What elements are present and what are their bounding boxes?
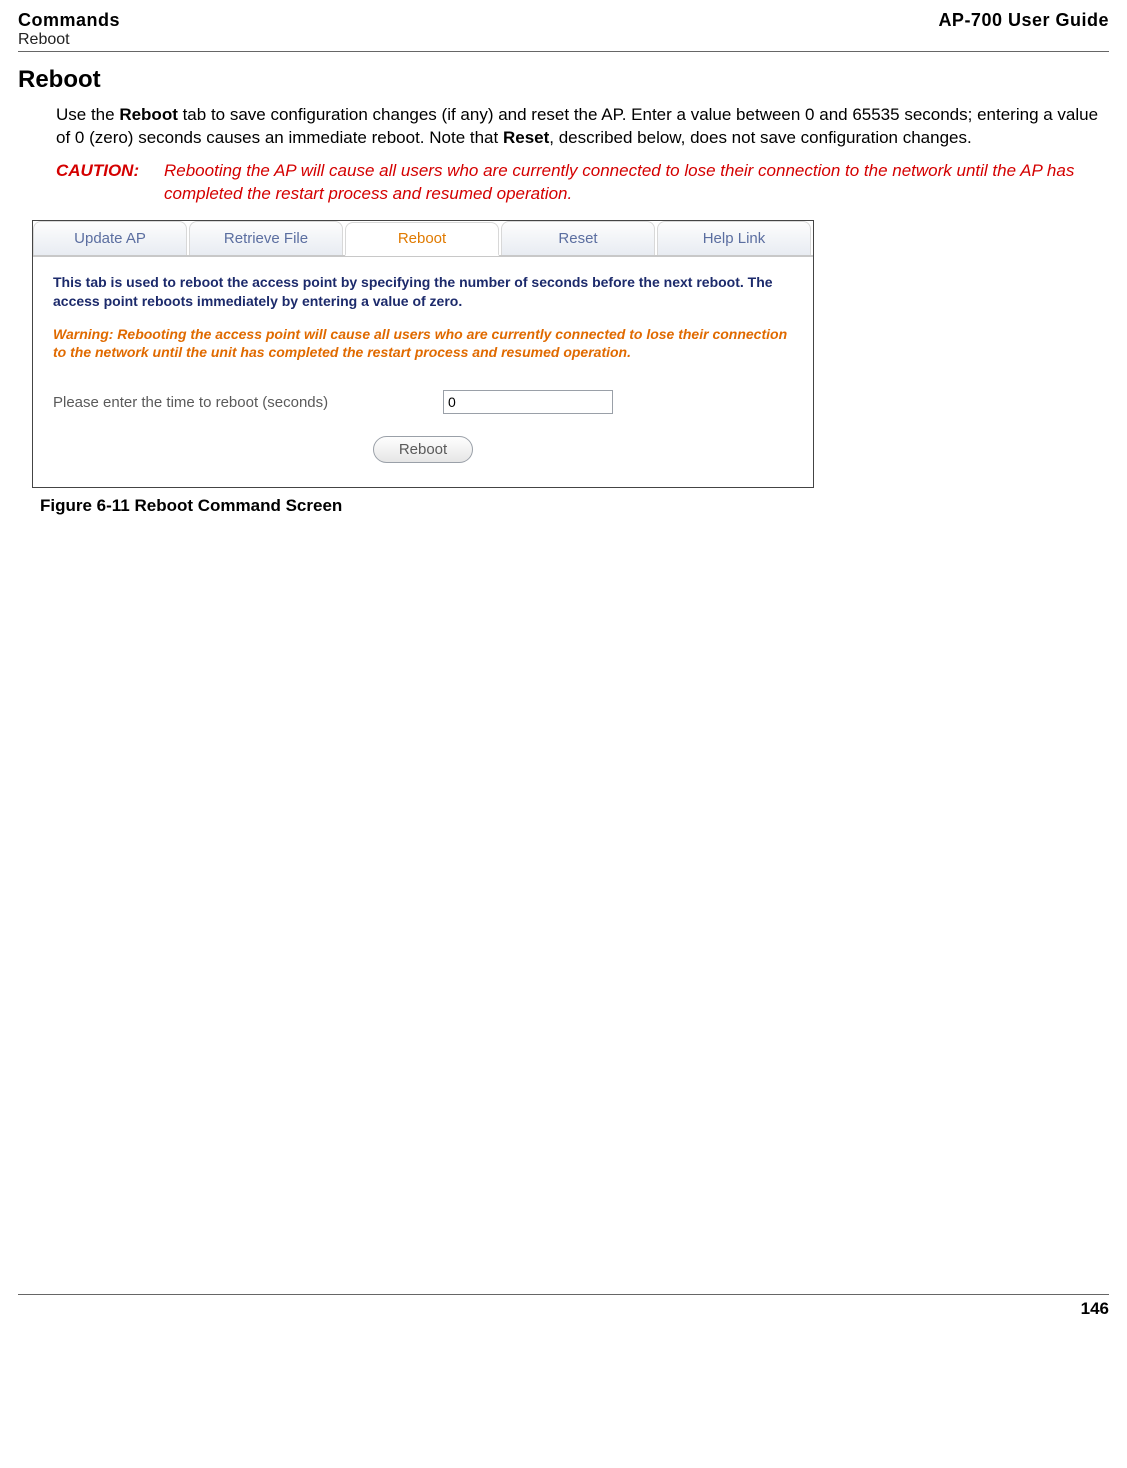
caution-text: Rebooting the AP will cause all users wh… [164,160,1109,206]
panel-warning-text: Warning: Rebooting the access point will… [53,325,793,363]
tab-update-ap[interactable]: Update AP [33,221,187,255]
page-header: Commands Reboot AP-700 User Guide [18,10,1109,52]
section-title: Reboot [18,66,1109,94]
page-number: 146 [1081,1299,1109,1318]
header-doc-title: AP-700 User Guide [938,10,1109,31]
reboot-time-label: Please enter the time to reboot (seconds… [53,394,443,411]
reboot-button[interactable]: Reboot [373,436,473,463]
section-body: Use the Reboot tab to save configuration… [56,104,1109,150]
panel-info-text: This tab is used to reboot the access po… [53,273,793,311]
text-run: Use the [56,105,119,124]
header-left: Commands Reboot [18,10,120,49]
tab-reset[interactable]: Reset [501,221,655,255]
button-row: Reboot [53,436,793,467]
strong-reboot: Reboot [119,105,178,124]
reboot-time-row: Please enter the time to reboot (seconds… [53,390,793,414]
header-subsection: Reboot [18,31,120,49]
embedded-screenshot: Update AP Retrieve File Reboot Reset Hel… [32,220,814,489]
text-run: , described below, does not save configu… [549,128,971,147]
page-footer: 146 [18,1294,1109,1319]
tab-reboot[interactable]: Reboot [345,222,499,256]
caution-block: CAUTION: Rebooting the AP will cause all… [56,160,1109,206]
tab-bar: Update AP Retrieve File Reboot Reset Hel… [33,221,813,257]
header-section: Commands [18,10,120,31]
tab-retrieve-file[interactable]: Retrieve File [189,221,343,255]
caution-label: CAUTION: [56,160,164,183]
strong-reset: Reset [503,128,549,147]
reboot-time-input[interactable] [443,390,613,414]
tab-panel: This tab is used to reboot the access po… [33,257,813,488]
tab-help-link[interactable]: Help Link [657,221,811,255]
figure-caption: Figure 6-11 Reboot Command Screen [40,496,1109,516]
blank-space [18,516,1109,1286]
